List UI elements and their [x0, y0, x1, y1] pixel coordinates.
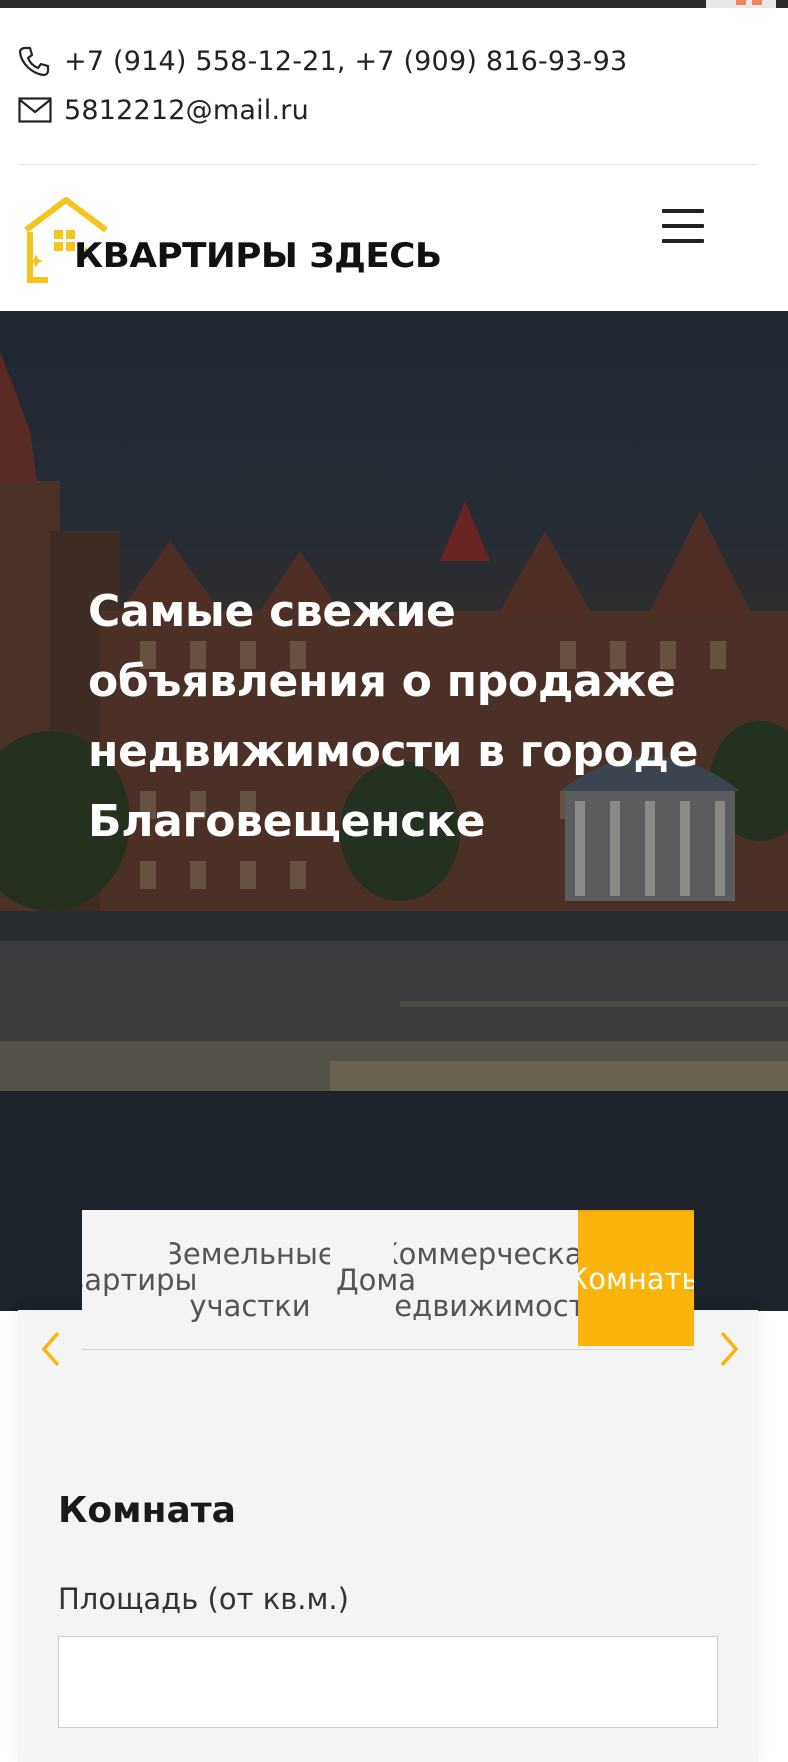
phone-icon	[18, 45, 54, 77]
site-logo[interactable]: КВАРТИРЫ ЗДЕСЬ	[20, 196, 442, 288]
area-input[interactable]	[58, 1636, 718, 1728]
tab-rooms[interactable]: Комнаты	[578, 1210, 694, 1346]
email-address[interactable]: 5812212@mail.ru	[64, 95, 309, 126]
form-title: Комната	[58, 1490, 236, 1531]
browser-top-strip	[0, 0, 788, 8]
hero-banner: Самые свежие объявления о продаже недвиж…	[0, 311, 788, 1311]
email-contact[interactable]: 5812212@mail.ru	[18, 93, 309, 127]
area-field-label: Площадь (от кв.м.)	[58, 1582, 349, 1616]
chevron-right-icon[interactable]	[714, 1328, 744, 1370]
phone-contact[interactable]: +7 (914) 558-12-21, +7 (909) 816-93-93	[18, 44, 627, 78]
hamburger-menu-icon[interactable]	[660, 206, 706, 246]
tabs-underline	[82, 1349, 694, 1350]
chevron-left-icon[interactable]	[36, 1328, 66, 1370]
phone-numbers[interactable]: +7 (914) 558-12-21, +7 (909) 816-93-93	[64, 46, 627, 77]
top-right-badge	[706, 0, 776, 8]
header-divider	[18, 164, 758, 165]
hero-title: Самые свежие объявления о продаже недвиж…	[88, 586, 699, 847]
logo-text: КВАРТИРЫ ЗДЕСЬ	[74, 236, 442, 276]
envelope-icon	[18, 94, 54, 126]
tab-commercial[interactable]: Коммерческая недвижимость	[394, 1210, 584, 1350]
tab-land-plots[interactable]: Земельные участки	[170, 1210, 330, 1350]
property-type-tabs: Квартиры Земельные участки Дома Коммерче…	[82, 1210, 694, 1350]
